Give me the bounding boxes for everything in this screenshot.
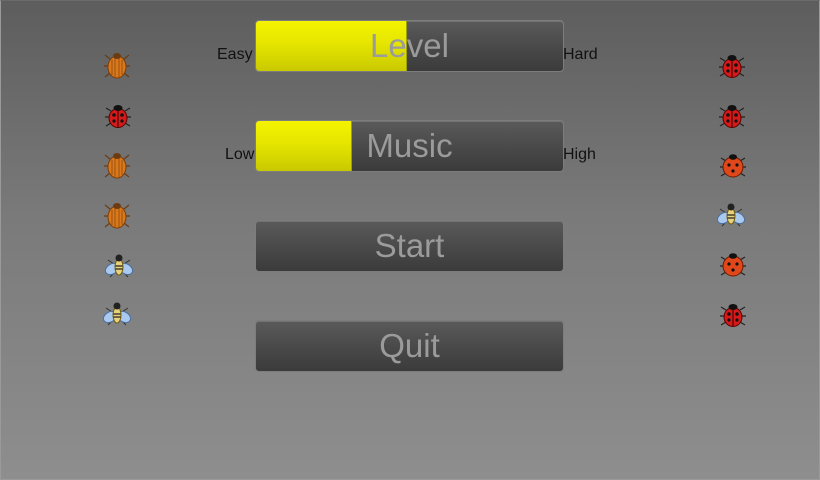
- fly-icon: [102, 302, 132, 326]
- beetle-icon: [104, 153, 130, 179]
- level-min-label: Easy: [217, 46, 253, 63]
- music-label: Music: [366, 127, 453, 164]
- level-slider[interactable]: Level: [255, 20, 564, 72]
- ladybug-icon: [719, 55, 745, 78]
- ladybug-icon: [720, 253, 746, 277]
- music-min-label: Low: [225, 146, 255, 163]
- beetle-icon: [104, 203, 130, 229]
- ladybug-icon: [719, 105, 745, 128]
- music-max-label: High: [563, 146, 596, 163]
- quit-button[interactable]: Quit: [255, 320, 564, 372]
- ladybug-icon: [105, 105, 131, 128]
- level-label: Level: [370, 27, 449, 64]
- beetle-icon: [104, 53, 130, 79]
- music-slider[interactable]: Music: [255, 120, 564, 172]
- quit-button-label: Quit: [379, 327, 440, 364]
- start-button[interactable]: Start: [255, 220, 564, 272]
- level-max-label: Hard: [563, 46, 598, 63]
- fly-icon: [104, 254, 134, 278]
- ladybug-icon: [720, 154, 746, 178]
- start-button-label: Start: [374, 227, 445, 264]
- ladybug-icon: [720, 304, 746, 327]
- fly-icon: [716, 203, 746, 227]
